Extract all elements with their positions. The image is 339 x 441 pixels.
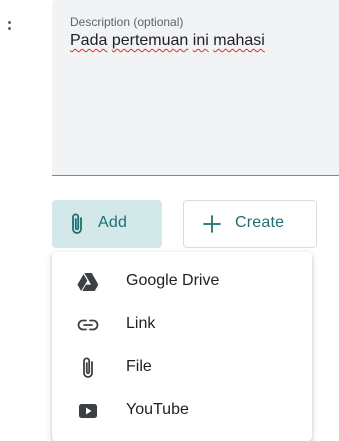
- menu-item-link[interactable]: Link: [52, 305, 312, 345]
- menu-item-google-drive[interactable]: Google Drive: [52, 262, 312, 302]
- youtube-icon: [76, 401, 100, 421]
- description-word: pertemuan: [111, 32, 189, 49]
- description-word: Pada: [70, 32, 108, 49]
- create-button-label: Create: [235, 214, 285, 231]
- plus-icon: [202, 214, 222, 234]
- drag-handle-icon[interactable]: [7, 18, 13, 32]
- link-icon: [76, 315, 100, 335]
- paperclip-icon: [70, 212, 84, 236]
- description-input[interactable]: Pada pertemuan ini mahasi: [70, 32, 265, 50]
- description-label: Description (optional): [70, 15, 184, 29]
- add-menu: Google Drive Link File YouTube: [52, 252, 312, 441]
- create-button[interactable]: Create: [183, 200, 317, 248]
- menu-item-label: Link: [126, 315, 156, 332]
- description-field[interactable]: Description (optional) Pada pertemuan in…: [52, 0, 339, 176]
- page: Description (optional) Pada pertemuan in…: [0, 0, 339, 441]
- google-drive-icon: [76, 272, 100, 292]
- add-button-label: Add: [98, 214, 128, 231]
- menu-item-label: Google Drive: [126, 272, 220, 289]
- menu-item-youtube[interactable]: YouTube: [52, 391, 312, 431]
- description-word: mahasi: [213, 32, 265, 49]
- paperclip-icon: [76, 357, 100, 378]
- add-button[interactable]: Add: [52, 200, 162, 248]
- menu-item-label: YouTube: [126, 401, 189, 418]
- menu-item-label: File: [126, 358, 152, 375]
- description-word: ini: [192, 32, 209, 49]
- menu-item-file[interactable]: File: [52, 348, 312, 388]
